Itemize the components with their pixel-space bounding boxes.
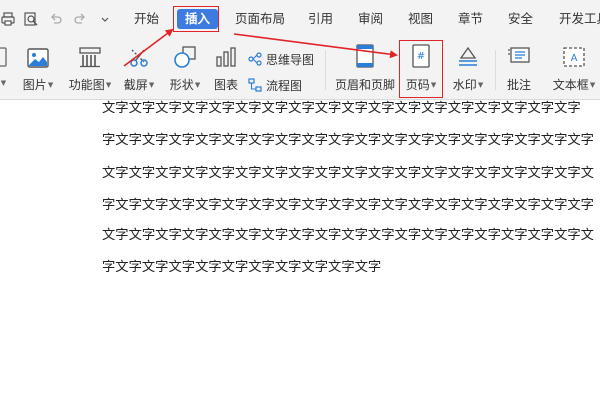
chart-button[interactable]: 图表 [210, 38, 242, 100]
document-line: 文字文字文字文字文字文字文字文字文字文字文字文字文字文字文字文字文字文字 [102, 101, 581, 116]
screenshot-label: 截屏 [123, 78, 148, 92]
shape-label: 形状 [169, 78, 194, 92]
print-icon[interactable] [0, 11, 16, 27]
watermark-icon [457, 38, 479, 70]
document-page[interactable]: 文字文字文字文字文字文字文字文字文字文字文字文字文字文字文字文字文字文字 字文字… [0, 100, 600, 400]
comment-label: 批注 [506, 78, 531, 92]
document-line: 文字文字文字文字文字文字文字文字文字文字文字文字文字文字文字文字文字文字文 [102, 228, 594, 243]
mind-map-label: 思维导图 [266, 52, 315, 67]
text-box-label: 文本框 [552, 78, 589, 92]
page-number-label: 页码 [405, 78, 430, 92]
document-line: 字文字文字文字文字文字文字文字文字文字文字 [102, 260, 382, 275]
svg-text:A: A [571, 53, 578, 64]
picture-icon [27, 38, 49, 70]
tab-security[interactable]: 安全 [508, 0, 533, 38]
text-box-icon: A [562, 38, 586, 70]
text-box-button[interactable]: A 文本框▼ [549, 38, 599, 100]
header-footer-icon [355, 38, 375, 70]
tab-review[interactable]: 审阅 [358, 0, 383, 38]
menu-bar: 开始 插入 页面布局 引用 审阅 视图 章节 安全 开发工具 [0, 0, 600, 38]
shape-button[interactable]: 形状▼ [165, 38, 205, 100]
print-preview-icon[interactable] [23, 11, 39, 27]
undo-icon[interactable] [48, 11, 64, 27]
screenshot-button[interactable]: 截屏▼ [119, 38, 159, 100]
tab-view[interactable]: 视图 [408, 0, 433, 38]
document-line: 字文字文字文字文字文字文字文字文字文字文字文字文字文字文字文字文字文字文字 [102, 133, 594, 148]
header-footer-label: 页眉和页脚 [334, 78, 395, 92]
ribbon-toolbar: ▼ 图片▼ 功能图▼ 截屏▼ 形状▼ 图表 思维导图 流程图 页眉和页脚 # 页… [0, 38, 600, 100]
flowchart-icon [248, 78, 262, 92]
flowchart-button[interactable]: 流程图 [248, 76, 302, 94]
svg-text:#: # [417, 51, 425, 62]
ribbon-partial-item[interactable]: ▼ [0, 38, 10, 100]
watermark-button[interactable]: 水印▼ [448, 38, 488, 100]
tab-chapter[interactable]: 章节 [458, 0, 483, 38]
page-number-button[interactable]: # 页码▼ [402, 38, 440, 100]
picture-label: 图片 [22, 78, 47, 92]
page-number-icon: # [411, 38, 431, 70]
ribbon-separator [325, 50, 326, 90]
tab-page-layout[interactable]: 页面布局 [235, 0, 285, 38]
customize-dropdown-icon[interactable] [97, 11, 113, 27]
tab-developer[interactable]: 开发工具 [559, 0, 600, 38]
scissors-icon [128, 38, 150, 70]
function-chart-label: 功能图 [68, 78, 105, 92]
mind-map-icon [248, 52, 262, 66]
tab-insert[interactable]: 插入 [177, 9, 219, 29]
tab-references[interactable]: 引用 [308, 0, 333, 38]
ribbon-separator [495, 50, 496, 90]
bar-chart-icon [215, 38, 237, 70]
document-line: 字文字文字文字文字文字文字文字文字文字文字文字文字文字文字文字文字文字文字 [102, 198, 594, 213]
comment-icon [507, 38, 531, 70]
header-footer-button[interactable]: 页眉和页脚 [333, 38, 397, 100]
flowchart-label: 流程图 [266, 78, 303, 93]
redo-icon[interactable] [72, 11, 88, 27]
shape-icon [173, 38, 197, 70]
document-line: 文字文字文字文字文字文字文字文字文字文字文字文字文字文字文字文字文字文字文 [102, 166, 594, 181]
comment-button[interactable]: 批注 [502, 38, 536, 100]
function-chart-icon [78, 38, 102, 70]
picture-button[interactable]: 图片▼ [17, 38, 59, 100]
watermark-label: 水印 [452, 78, 477, 92]
mind-map-button[interactable]: 思维导图 [248, 50, 314, 68]
tab-home[interactable]: 开始 [134, 0, 159, 38]
function-chart-button[interactable]: 功能图▼ [64, 38, 116, 100]
chart-label: 图表 [213, 78, 238, 92]
